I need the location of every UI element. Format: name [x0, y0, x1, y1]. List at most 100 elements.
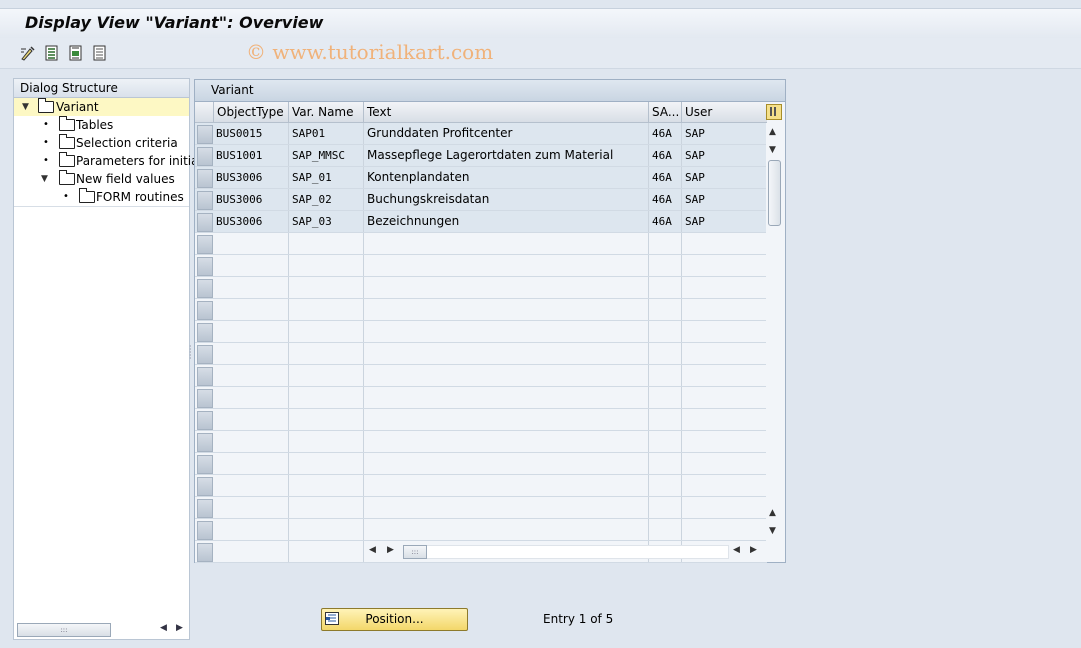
- row-selector[interactable]: [197, 433, 213, 452]
- expand-arrow-icon[interactable]: ▼: [22, 98, 29, 116]
- empty-cell[interactable]: [363, 519, 648, 540]
- empty-cell[interactable]: [363, 365, 648, 386]
- table-row[interactable]: BUS3006 SAP_02 Buchungskreisdatan 46A SA…: [195, 189, 767, 211]
- empty-cell[interactable]: [288, 233, 363, 254]
- column-header-text[interactable]: Text: [363, 102, 648, 122]
- row-selector[interactable]: [197, 213, 213, 232]
- empty-cell[interactable]: [363, 475, 648, 496]
- row-selector[interactable]: [197, 455, 213, 474]
- select-all-icon[interactable]: [44, 45, 60, 61]
- table-settings-icon[interactable]: [766, 104, 782, 120]
- table-row[interactable]: BUS0015 SAP01 Grunddaten Profitcenter 46…: [195, 123, 767, 145]
- column-header-var-name[interactable]: Var. Name: [288, 102, 363, 122]
- empty-cell[interactable]: [213, 299, 287, 320]
- empty-cell[interactable]: [681, 365, 767, 386]
- empty-cell[interactable]: [648, 277, 681, 298]
- scroll-left-icon[interactable]: ◀: [733, 545, 740, 555]
- empty-cell[interactable]: [648, 497, 681, 518]
- table-horizontal-scrollbar[interactable]: ◀ ▶ ::: ◀ ▶: [367, 543, 767, 559]
- row-selector[interactable]: [197, 147, 213, 166]
- position-button[interactable]: Position...: [321, 608, 468, 631]
- empty-cell[interactable]: [213, 453, 287, 474]
- empty-cell[interactable]: [363, 255, 648, 276]
- empty-cell[interactable]: [648, 387, 681, 408]
- empty-table-row[interactable]: [195, 409, 767, 431]
- empty-cell[interactable]: [648, 431, 681, 452]
- empty-cell[interactable]: [288, 365, 363, 386]
- empty-cell[interactable]: [648, 475, 681, 496]
- scroll-thumb[interactable]: :::: [17, 623, 111, 637]
- empty-table-row[interactable]: [195, 233, 767, 255]
- empty-cell[interactable]: [288, 519, 363, 540]
- scroll-up-icon[interactable]: ▲: [769, 508, 776, 518]
- empty-cell[interactable]: [648, 321, 681, 342]
- tree-item-selection-criteria[interactable]: • Selection criteria: [14, 134, 189, 152]
- row-selector[interactable]: [197, 301, 213, 320]
- empty-cell[interactable]: [363, 453, 648, 474]
- empty-cell[interactable]: [363, 387, 648, 408]
- empty-cell[interactable]: [363, 497, 648, 518]
- empty-table-row[interactable]: [195, 343, 767, 365]
- empty-table-row[interactable]: [195, 299, 767, 321]
- empty-table-row[interactable]: [195, 321, 767, 343]
- scroll-down-icon[interactable]: ▼: [769, 145, 776, 155]
- scroll-left-icon[interactable]: ◀: [369, 545, 376, 555]
- empty-table-row[interactable]: [195, 475, 767, 497]
- empty-cell[interactable]: [288, 541, 363, 562]
- empty-table-row[interactable]: [195, 519, 767, 541]
- empty-cell[interactable]: [288, 409, 363, 430]
- scroll-up-icon[interactable]: ▲: [769, 127, 776, 137]
- empty-table-row[interactable]: [195, 453, 767, 475]
- empty-table-row[interactable]: [195, 431, 767, 453]
- deselect-all-icon[interactable]: [92, 45, 108, 61]
- empty-cell[interactable]: [648, 255, 681, 276]
- empty-cell[interactable]: [288, 343, 363, 364]
- empty-cell[interactable]: [213, 343, 287, 364]
- tree-item-form-routines[interactable]: • FORM routines: [14, 188, 189, 207]
- empty-table-row[interactable]: [195, 387, 767, 409]
- empty-cell[interactable]: [288, 387, 363, 408]
- display-change-icon[interactable]: [20, 45, 36, 61]
- empty-cell[interactable]: [288, 277, 363, 298]
- empty-cell[interactable]: [681, 277, 767, 298]
- empty-cell[interactable]: [213, 475, 287, 496]
- row-selector[interactable]: [197, 499, 213, 518]
- row-selector[interactable]: [197, 125, 213, 144]
- empty-cell[interactable]: [363, 431, 648, 452]
- scroll-thumb[interactable]: [768, 160, 781, 226]
- empty-table-row[interactable]: [195, 497, 767, 519]
- empty-cell[interactable]: [681, 409, 767, 430]
- column-header-user[interactable]: User: [681, 102, 767, 122]
- empty-table-row[interactable]: [195, 277, 767, 299]
- empty-cell[interactable]: [681, 343, 767, 364]
- splitter-handle[interactable]: · · · · ·: [189, 343, 192, 363]
- empty-cell[interactable]: [363, 299, 648, 320]
- tree-item-parameters[interactable]: • Parameters for initial: [14, 152, 202, 170]
- empty-cell[interactable]: [681, 233, 767, 254]
- scroll-thumb[interactable]: :::: [403, 545, 427, 559]
- empty-cell[interactable]: [213, 409, 287, 430]
- row-selector[interactable]: [197, 279, 213, 298]
- empty-cell[interactable]: [363, 409, 648, 430]
- scroll-right-icon[interactable]: ▶: [387, 545, 394, 555]
- row-selector[interactable]: [197, 367, 213, 386]
- table-row[interactable]: BUS1001 SAP_MMSC Massepflege Lagerortdat…: [195, 145, 767, 167]
- empty-cell[interactable]: [681, 431, 767, 452]
- empty-cell[interactable]: [363, 321, 648, 342]
- tree-horizontal-scrollbar[interactable]: ::: ◀ ▶: [16, 623, 187, 637]
- scroll-track[interactable]: [403, 545, 729, 559]
- tree-item-new-field-values[interactable]: ▼ New field values: [14, 170, 189, 188]
- table-vertical-scrollbar[interactable]: ▲ ▼ ▲ ▼: [766, 123, 783, 543]
- empty-cell[interactable]: [648, 365, 681, 386]
- empty-cell[interactable]: [681, 255, 767, 276]
- scroll-right-icon[interactable]: ▶: [176, 623, 183, 633]
- empty-cell[interactable]: [213, 321, 287, 342]
- table-row[interactable]: BUS3006 SAP_03 Bezeichnungen 46A SAP: [195, 211, 767, 233]
- expand-arrow-icon[interactable]: ▼: [41, 170, 48, 188]
- empty-cell[interactable]: [648, 343, 681, 364]
- empty-cell[interactable]: [213, 277, 287, 298]
- empty-cell[interactable]: [213, 255, 287, 276]
- empty-cell[interactable]: [648, 519, 681, 540]
- empty-cell[interactable]: [363, 277, 648, 298]
- empty-cell[interactable]: [213, 365, 287, 386]
